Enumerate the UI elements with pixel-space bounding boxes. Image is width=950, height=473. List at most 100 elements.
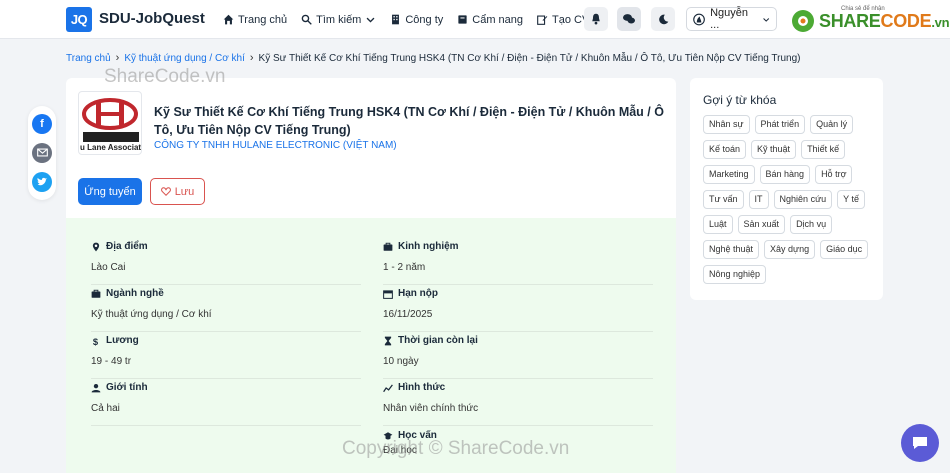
chevron-down-icon (762, 17, 769, 22)
user-name: Nguyễn ... (710, 7, 748, 31)
keyword-tag-list: Nhân sự Phát triển Quản lý Kế toán Kỹ th… (703, 115, 875, 284)
email-icon[interactable] (32, 142, 52, 163)
nav-search[interactable]: Tìm kiếm (301, 14, 376, 26)
info-salary-label: Lương (106, 335, 139, 346)
search-icon (301, 14, 312, 25)
main-nav: Trang chủ Tìm kiếm Công ty Cẩm nang Tạo … (223, 0, 589, 39)
chat-icon (623, 14, 635, 24)
gear-icon (792, 10, 814, 32)
info-location-label: Địa điểm (106, 241, 148, 252)
info-deadline-value: 16/11/2025 (383, 309, 433, 320)
apply-button[interactable]: Ứng tuyển (78, 178, 142, 205)
info-gender: Giới tính Cả hai (91, 382, 361, 426)
keyword-tag[interactable]: Tư vấn (703, 190, 744, 209)
building-icon (392, 14, 400, 25)
save-button[interactable]: Lưu (150, 178, 205, 205)
info-time-left: Thời gian còn lại 10 ngày (383, 335, 653, 379)
sharecode-logo: Chia sẻ để nhận SHARECODE.vn (790, 5, 950, 34)
breadcrumb: Trang chủ › Kỹ thuật ứng dụng / Cơ khí ›… (66, 52, 801, 64)
keyword-tag[interactable]: Nghệ thuật (703, 240, 760, 259)
keyword-tag[interactable]: Giáo dục (820, 240, 869, 259)
keyword-tag[interactable]: Xây dựng (764, 240, 816, 259)
save-label: Lưu (174, 185, 195, 198)
keyword-tag[interactable]: Kế toán (703, 140, 747, 159)
nav-guide[interactable]: Cẩm nang (457, 14, 523, 26)
keyword-tag[interactable]: Marketing (703, 165, 755, 184)
user-icon (91, 383, 101, 392)
watermark-bottom: Copyright © ShareCode.vn (342, 438, 570, 459)
nav-company[interactable]: Công ty (390, 14, 443, 26)
sharecode-tagline: Chia sẻ để nhận (841, 5, 885, 12)
nav-company-label: Công ty (405, 13, 444, 26)
top-navbar: JQ SDU-JobQuest Trang chủ Tìm kiếm Công … (0, 0, 950, 39)
app-logo[interactable]: JQ (66, 7, 92, 32)
keyword-tag[interactable]: Hỗ trợ (815, 165, 853, 184)
info-salary: $ Lương 19 - 49 tr (91, 335, 361, 379)
info-salary-label-row: $ Lương (91, 335, 361, 346)
keyword-tag[interactable]: Nông nghiệp (703, 265, 767, 284)
keyword-tag[interactable]: Y tế (837, 190, 865, 209)
breadcrumb-category[interactable]: Kỹ thuật ứng dụng / Cơ khí (124, 53, 245, 64)
info-location: Địa điểm Lào Cai (91, 241, 361, 285)
chevron-down-icon (366, 17, 375, 23)
messages-button[interactable] (617, 7, 641, 31)
avatar-icon (693, 13, 705, 25)
keyword-suggestions-title: Gợi ý từ khóa (703, 93, 777, 107)
chat-widget-button[interactable] (901, 424, 939, 462)
briefcase-icon (91, 289, 101, 298)
svg-text:$: $ (93, 336, 99, 345)
moon-icon (658, 14, 668, 24)
watermark-top: ShareCode.vn (104, 66, 226, 87)
keyword-tag[interactable]: Nhân sự (703, 115, 750, 134)
chevron-right-icon: › (249, 52, 254, 64)
info-work-type-label-row: Hình thức (383, 382, 653, 393)
info-time-left-value: 10 ngày (383, 356, 419, 367)
brand-name[interactable]: SDU-JobQuest (99, 10, 205, 27)
keyword-tag[interactable]: Dịch vụ (790, 215, 833, 234)
company-logo-caption: u Lane Associat (80, 143, 142, 152)
breadcrumb-home[interactable]: Trang chủ (66, 53, 111, 64)
info-gender-label-row: Giới tính (91, 382, 361, 393)
sharecode-wordmark-share: SHARE (819, 10, 881, 31)
keyword-tag[interactable]: IT (748, 190, 769, 209)
keyword-tag[interactable]: Kỹ thuật (751, 140, 797, 159)
keyword-tag[interactable]: Phát triển (754, 115, 806, 134)
job-detail-card: u Lane Associat Kỹ Sư Thiết Kế Cơ Khí Ti… (66, 78, 676, 473)
edit-icon (537, 15, 548, 25)
sharecode-wordmark-code: CODE (880, 10, 932, 31)
info-experience: Kinh nghiệm 1 - 2 năm (383, 241, 653, 285)
user-menu-button[interactable]: Nguyễn ... (686, 7, 777, 31)
info-experience-value: 1 - 2 năm (383, 262, 426, 273)
nav-guide-label: Cẩm nang (472, 13, 524, 26)
keyword-tag[interactable]: Nghiên cứu (773, 190, 833, 209)
chevron-right-icon: › (115, 52, 120, 64)
nav-create-cv[interactable]: Tạo CV (537, 14, 589, 26)
keyword-tag[interactable]: Sản xuất (737, 215, 786, 234)
nav-home[interactable]: Trang chủ (223, 14, 287, 26)
home-icon (223, 14, 234, 25)
bell-icon (592, 13, 600, 25)
info-experience-label-row: Kinh nghiệm (383, 241, 653, 252)
keyword-tag[interactable]: Quản lý (810, 115, 854, 134)
theme-toggle-button[interactable] (651, 7, 675, 31)
map-pin-icon (92, 242, 100, 251)
keyword-tag[interactable]: Luật (703, 215, 733, 234)
dollar-icon: $ (93, 336, 99, 345)
info-gender-value: Cả hai (91, 403, 120, 414)
social-share-bar: f (28, 106, 56, 200)
info-location-label-row: Địa điểm (91, 241, 361, 252)
notification-button[interactable] (584, 7, 608, 31)
company-logo[interactable]: u Lane Associat (78, 91, 142, 155)
graph-icon (383, 384, 393, 392)
nav-home-label: Trang chủ (238, 13, 288, 26)
keyword-suggestions-card: Gợi ý từ khóa Nhân sự Phát triển Quản lý… (690, 78, 883, 300)
sharecode-wordmark: SHARECODE.vn (819, 10, 950, 32)
keyword-tag[interactable]: Thiết kế (801, 140, 846, 159)
facebook-icon[interactable]: f (32, 114, 52, 135)
info-work-type-value: Nhân viên chính thức (383, 403, 479, 414)
chat-bubble-icon (913, 437, 927, 449)
company-name-link[interactable]: CÔNG TY TNHH HULANE ELECTRONIC (VIỆT NAM… (154, 140, 397, 151)
twitter-icon[interactable] (32, 171, 52, 192)
keyword-tag[interactable]: Bán hàng (759, 165, 811, 184)
info-industry-label: Ngành nghề (106, 288, 164, 299)
